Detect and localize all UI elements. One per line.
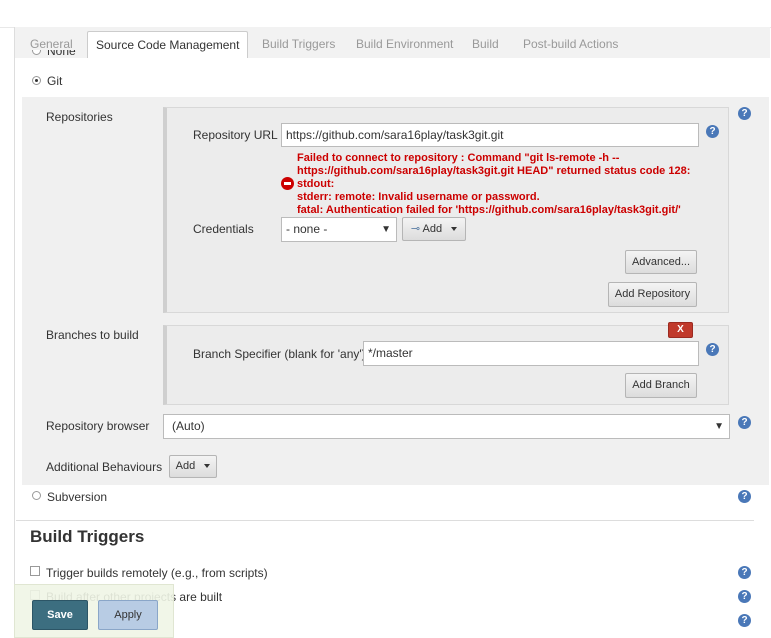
tab-build-triggers[interactable]: Build Triggers <box>262 37 335 51</box>
trigger-remote-help-icon[interactable]: ? <box>738 566 751 579</box>
repository-url-help-icon[interactable]: ? <box>706 125 719 138</box>
behaviours-add-label: Add <box>175 460 196 472</box>
build-triggers-heading: Build Triggers <box>30 527 145 546</box>
build-periodically-help-icon[interactable]: ? <box>738 614 751 627</box>
trigger-remote-checkbox[interactable] <box>30 566 40 576</box>
repositories-label: Repositories <box>46 110 113 124</box>
select-arrow-icon: ▼ <box>714 421 724 432</box>
error-icon <box>281 177 294 190</box>
scm-none-option[interactable]: None <box>32 50 152 58</box>
repository-browser-help-icon[interactable]: ? <box>738 416 751 429</box>
subversion-help-icon[interactable]: ? <box>738 490 751 503</box>
tab-general[interactable]: General <box>30 37 73 51</box>
repository-browser-label: Repository browser <box>46 419 150 433</box>
dropdown-caret-icon <box>451 227 458 232</box>
additional-behaviours-label: Additional Behaviours <box>46 460 163 474</box>
error-line: stderr: remote: Invalid username or pass… <box>297 191 540 203</box>
select-arrow-icon: ▼ <box>381 224 391 235</box>
add-branch-button[interactable]: Add Branch <box>625 373 697 398</box>
branch-specifier-help-icon[interactable]: ? <box>706 343 719 356</box>
error-line: https://github.com/sara16play/task3git.g… <box>297 165 691 177</box>
save-button[interactable]: Save <box>32 600 88 630</box>
section-divider <box>16 520 754 521</box>
trigger-remote-label: Trigger builds remotely (e.g., from scri… <box>46 566 268 580</box>
apply-button[interactable]: Apply <box>98 600 158 630</box>
advanced-button[interactable]: Advanced... <box>625 250 697 274</box>
repository-error-message: Failed to connect to repository : Comman… <box>297 152 690 217</box>
scm-none-radio[interactable] <box>32 50 41 55</box>
scm-subversion-label: Subversion <box>47 490 108 504</box>
top-strip <box>0 0 771 28</box>
scm-git-label: Git <box>47 74 63 88</box>
delete-branch-button[interactable]: X <box>668 322 693 338</box>
dropdown-caret-icon <box>204 464 211 469</box>
repositories-help-icon[interactable]: ? <box>738 107 751 120</box>
credentials-select-value: - none - <box>286 222 328 236</box>
branch-specifier-input[interactable]: */master <box>363 341 699 366</box>
error-line: fatal: Authentication failed for 'https:… <box>297 204 681 216</box>
repository-browser-select[interactable]: (Auto) ▼ <box>163 414 730 439</box>
tab-build[interactable]: Build <box>472 37 499 51</box>
tab-post-build-actions[interactable]: Post-build Actions <box>523 37 618 51</box>
error-line: stdout: <box>297 178 335 190</box>
error-line: Failed to connect to repository : Comman… <box>297 152 620 164</box>
credentials-select[interactable]: - none - ▼ <box>281 217 397 242</box>
scm-none-label: None <box>47 50 76 58</box>
credentials-add-button[interactable]: ⊸ Add <box>402 217 466 241</box>
scm-git-radio[interactable] <box>32 76 41 85</box>
add-repository-button[interactable]: Add Repository <box>608 282 697 307</box>
build-after-projects-help-icon[interactable]: ? <box>738 590 751 603</box>
scm-subversion-radio[interactable] <box>32 491 41 500</box>
branches-to-build-label: Branches to build <box>46 328 139 342</box>
credentials-label: Credentials <box>193 222 254 236</box>
repository-browser-value: (Auto) <box>172 419 205 433</box>
key-icon: ⊸ <box>410 223 421 235</box>
repository-url-label: Repository URL <box>193 128 278 142</box>
credentials-add-label: Add <box>422 223 443 235</box>
repository-url-input[interactable]: https://github.com/sara16play/task3git.g… <box>281 123 699 147</box>
branch-specifier-label: Branch Specifier (blank for 'any') <box>193 347 366 361</box>
additional-behaviours-add-button[interactable]: Add <box>169 455 217 478</box>
tab-build-environment[interactable]: Build Environment <box>356 37 453 51</box>
